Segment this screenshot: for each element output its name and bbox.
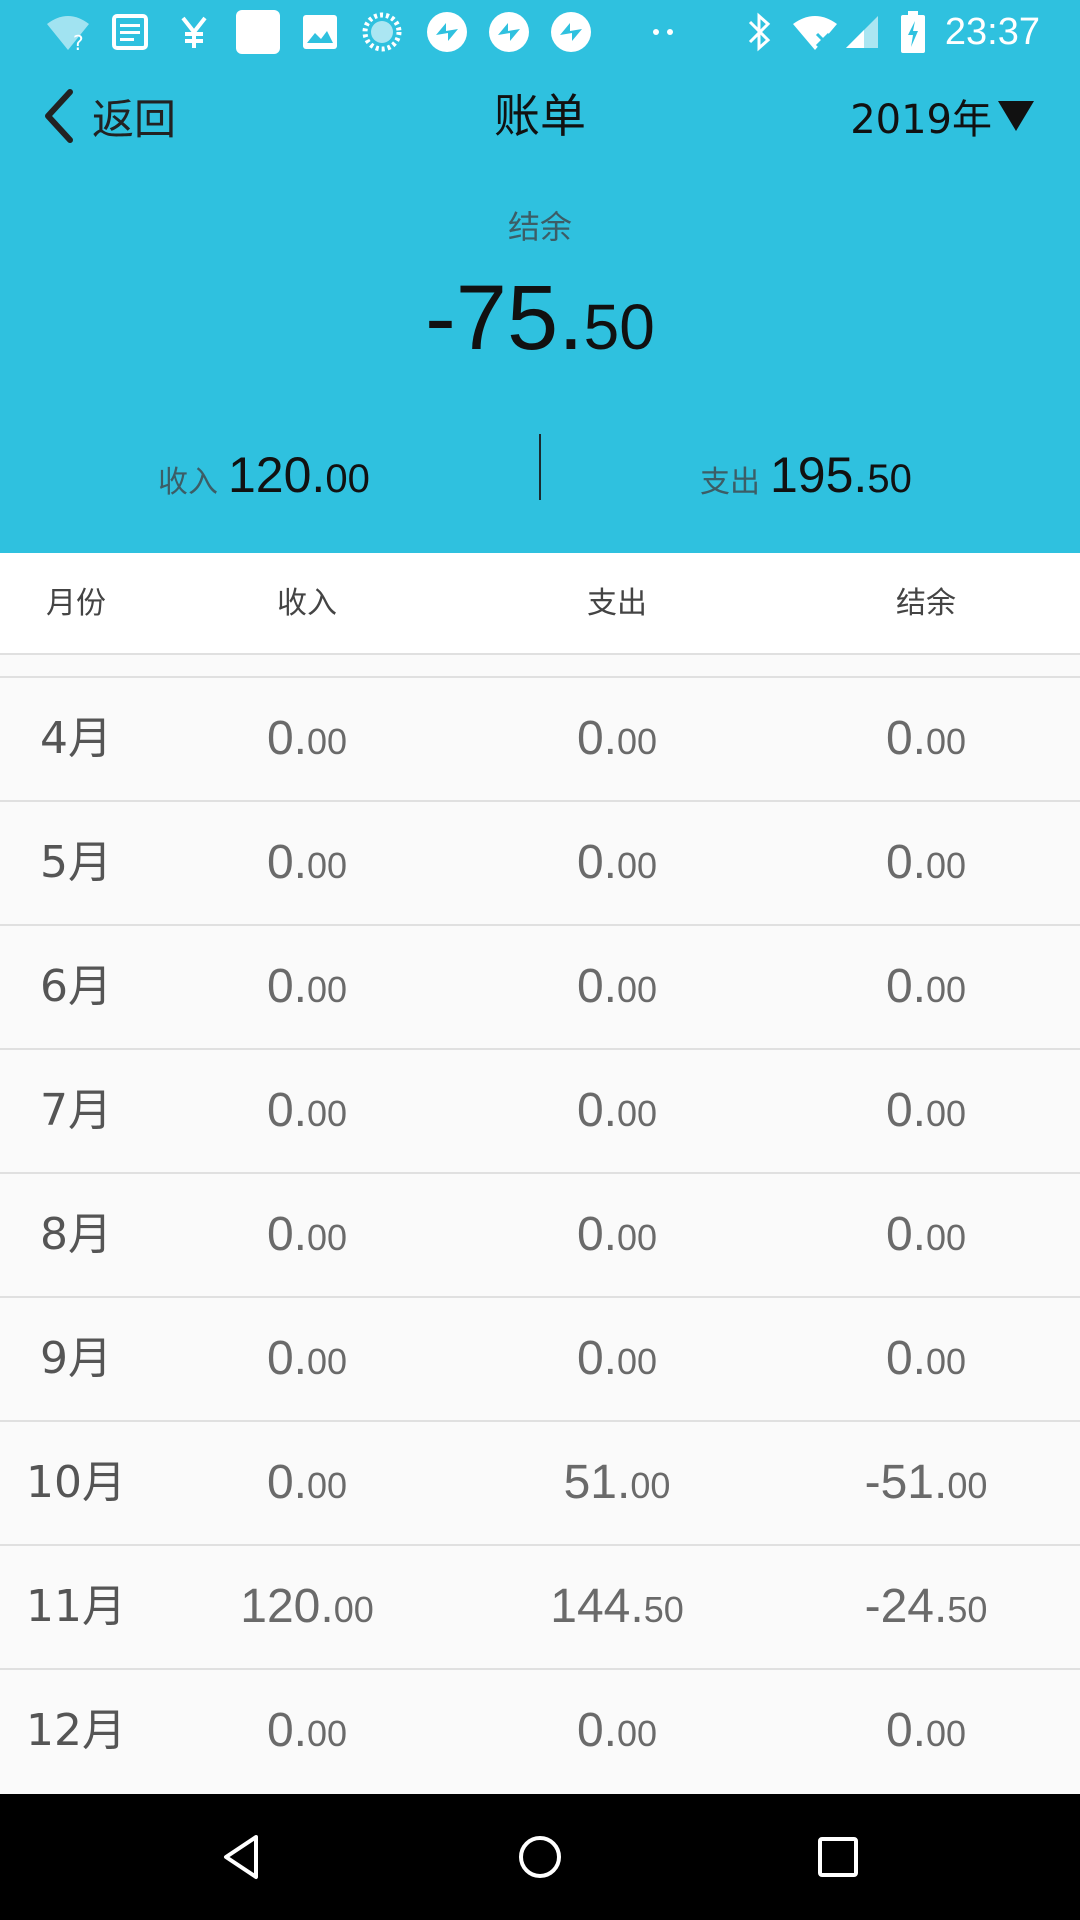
row-month: 4月 — [40, 713, 112, 764]
income-summary-int: 120. — [228, 447, 326, 503]
month-list: 4月 0.00 0.00 0.00 5月 0.00 0.00 0.00 6月 0… — [0, 678, 1080, 1794]
income-summary: 收入 120. 00 — [158, 446, 370, 504]
row-month: 12月 — [26, 1705, 126, 1756]
wifi-question-icon: ? — [44, 12, 92, 52]
row-income: 0.00 — [266, 1332, 348, 1385]
row-income: 0.00 — [266, 836, 348, 889]
row-month: 6月 — [40, 961, 112, 1012]
nav-recents-icon[interactable] — [808, 1827, 868, 1887]
row-balance: 0.00 — [885, 712, 967, 765]
news-icon — [108, 12, 152, 52]
row-expense: 0.00 — [576, 1332, 658, 1385]
row-month: 11月 — [26, 1581, 126, 1632]
header-expense: 支出 — [587, 586, 647, 621]
row-income: 0.00 — [266, 1456, 348, 1509]
row-expense: 51.00 — [563, 1456, 671, 1509]
table-row[interactable]: 8月 0.00 0.00 0.00 — [0, 1174, 1080, 1298]
header-balance: 结余 — [896, 586, 956, 621]
battery-charging-icon — [900, 11, 926, 53]
row-month: 9月 — [40, 1333, 112, 1384]
row-income: 120.00 — [240, 1580, 374, 1633]
row-balance: 0.00 — [885, 1084, 967, 1137]
image-icon — [300, 12, 340, 52]
expense-summary-dec: 50 — [867, 457, 912, 501]
row-income: 0.00 — [266, 960, 348, 1013]
row-month: 5月 — [40, 837, 112, 888]
table-header: 月份 收入 支出 结余 — [0, 553, 1080, 655]
more-dots-icon — [650, 12, 678, 52]
row-balance: 0.00 — [885, 960, 967, 1013]
row-expense: 0.00 — [576, 1208, 658, 1261]
row-month: 8月 — [40, 1209, 112, 1260]
app-icon-2 — [488, 12, 530, 52]
row-income: 0.00 — [266, 1704, 348, 1757]
expense-summary-int: 195. — [770, 447, 868, 503]
balance-dec: 50 — [583, 291, 655, 363]
header-income: 收入 — [277, 586, 337, 621]
row-balance: 0.00 — [885, 1332, 967, 1385]
nav-back-icon[interactable] — [212, 1827, 272, 1887]
app-icon-3 — [550, 12, 592, 52]
table-row[interactable]: 5月 0.00 0.00 0.00 — [0, 802, 1080, 926]
summary-divider — [539, 434, 541, 500]
row-month: 10月 — [26, 1457, 126, 1508]
row-balance: 0.00 — [885, 1704, 967, 1757]
year-label: 2019年 — [850, 97, 992, 143]
row-balance: -51.00 — [864, 1456, 988, 1509]
svg-text:?: ? — [73, 31, 84, 52]
app-icon-1 — [426, 12, 468, 52]
wifi-off-icon — [790, 12, 840, 52]
row-balance: -24.50 — [864, 1580, 988, 1633]
row-balance: 0.00 — [885, 1208, 967, 1261]
table-row[interactable]: 12月 0.00 0.00 0.00 — [0, 1670, 1080, 1794]
row-income: 0.00 — [266, 712, 348, 765]
row-expense: 0.00 — [576, 1704, 658, 1757]
dropdown-triangle-icon — [998, 101, 1034, 131]
header-panel: ? 23:37 返回 账单 2019年 结余 -75.50 收入 120. 00… — [0, 0, 1080, 553]
balance-label: 结余 — [507, 208, 572, 246]
table-row[interactable]: 11月 120.00 144.50 -24.50 — [0, 1546, 1080, 1670]
table-row[interactable]: 10月 0.00 51.00 -51.00 — [0, 1422, 1080, 1546]
blank-app-icon — [236, 10, 280, 54]
income-summary-label: 收入 — [158, 465, 218, 500]
status-bar: ? 23:37 — [0, 0, 1080, 64]
table-row[interactable]: 9月 0.00 0.00 0.00 — [0, 1298, 1080, 1422]
yuan-icon — [176, 12, 212, 52]
signal-icon — [842, 12, 882, 52]
row-expense: 0.00 — [576, 960, 658, 1013]
row-expense: 144.50 — [550, 1580, 684, 1633]
row-income: 0.00 — [266, 1084, 348, 1137]
expense-summary-label: 支出 — [700, 465, 760, 500]
row-expense: 0.00 — [576, 712, 658, 765]
table-row[interactable]: 4月 0.00 0.00 0.00 — [0, 678, 1080, 802]
table-row[interactable]: 6月 0.00 0.00 0.00 — [0, 926, 1080, 1050]
year-selector[interactable]: 2019年 — [850, 84, 1036, 148]
row-expense: 0.00 — [576, 836, 658, 889]
income-summary-dec: 00 — [325, 457, 370, 501]
system-nav-bar — [0, 1794, 1080, 1920]
balance-int: -75. — [425, 267, 584, 369]
header-month: 月份 — [46, 586, 106, 621]
row-income: 0.00 — [266, 1208, 348, 1261]
nav-home-icon[interactable] — [510, 1827, 570, 1887]
loading-icon — [362, 12, 402, 52]
row-expense: 0.00 — [576, 1084, 658, 1137]
expense-summary: 支出 195. 50 — [700, 446, 912, 504]
row-month: 7月 — [40, 1085, 112, 1136]
row-balance: 0.00 — [885, 836, 967, 889]
status-time: 23:37 — [944, 11, 1040, 53]
balance-value: -75.50 — [0, 272, 1080, 364]
table-row[interactable]: 7月 0.00 0.00 0.00 — [0, 1050, 1080, 1174]
bluetooth-icon — [744, 12, 774, 52]
